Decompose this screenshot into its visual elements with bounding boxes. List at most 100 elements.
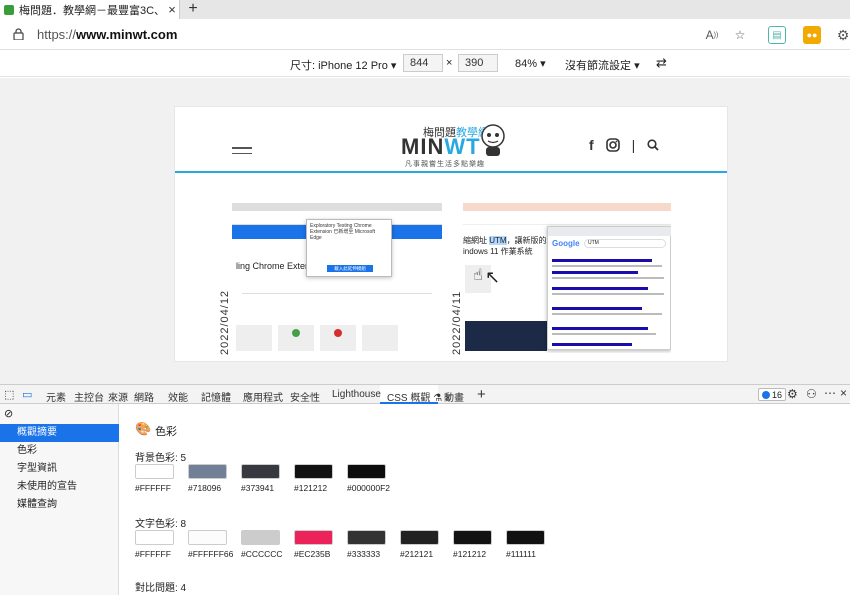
issues-badge[interactable]: 16 [758, 388, 787, 401]
device-toolbar: 尺寸: iPhone 12 Pro ▾ 844 × 390 84% ▾ 沒有節流… [0, 50, 850, 77]
post-date: 2022/04/11 [451, 290, 463, 355]
google-logo: Google [552, 239, 580, 248]
close-tab-icon[interactable]: × [165, 2, 179, 17]
color-hex-label: #FFFFFF [135, 549, 171, 559]
text-colors-title: 文字色彩: 8 [135, 519, 187, 530]
tab-security[interactable]: 安全性 [290, 389, 320, 404]
extension-popup: Exploratory Testing Chrome Extension 已新增… [306, 219, 392, 277]
logo-main: MIN [401, 134, 445, 159]
tab-title: 梅問題．教學網－最豐富3C、攝 [19, 4, 160, 17]
device-select[interactable]: 尺寸: iPhone 12 Pro ▾ [290, 57, 396, 73]
extension-collections-icon[interactable]: ●● [803, 26, 821, 44]
tab-application[interactable]: 應用程式 [243, 389, 283, 404]
post-thumbnail[interactable]: ling Chrome Extension Exploratory Testin… [232, 203, 442, 353]
tab-animations[interactable]: 動畫 [444, 389, 464, 404]
sidebar-item-unused-declarations[interactable]: 未使用的宣告 [0, 478, 119, 496]
color-swatch[interactable] [241, 464, 280, 479]
tab-sources[interactable]: 來源 [108, 389, 128, 404]
device-toggle-icon[interactable]: ▭ [22, 388, 32, 401]
header-accent-line [175, 171, 727, 173]
color-swatch[interactable] [400, 530, 439, 545]
popup-button: 載入此延伸模組 [327, 265, 373, 272]
url-host: www.minwt.com [76, 27, 178, 42]
sidebar-item-fonts[interactable]: 字型資訊 [0, 460, 119, 478]
arrow-cursor-icon: ↖ [485, 267, 501, 287]
color-hex-label: #333333 [347, 549, 381, 559]
post-thumbnail[interactable]: 縮網址 UTM，讓新版的MAC indows 11 作業系統 ☝ ↖ Googl… [463, 203, 671, 353]
clear-overview-icon[interactable]: ⊘ [4, 407, 13, 420]
tab-network[interactable]: 網路 [134, 389, 154, 404]
gear-icon[interactable]: ⚙ [834, 26, 850, 44]
color-hex-label: #121212 [453, 549, 487, 559]
zoom-select[interactable]: 84% ▾ [515, 57, 546, 70]
color-swatch[interactable] [294, 464, 333, 479]
tab-css-overview-label: CSS 概觀 [387, 393, 431, 404]
more-options-icon[interactable]: ⋯ [824, 386, 836, 400]
zoom-value: 84% [515, 58, 538, 70]
color-swatch[interactable] [347, 530, 386, 545]
color-swatch[interactable] [188, 530, 227, 545]
issue-count: 16 [772, 389, 783, 400]
chevron-down-icon: ▾ [540, 58, 546, 70]
color-swatch[interactable] [453, 530, 492, 545]
url-field[interactable]: https://www.minwt.com [37, 27, 177, 42]
sidebar-item-media-queries[interactable]: 媒體查詢 [0, 496, 119, 514]
new-tab-button[interactable]: + [185, 0, 201, 19]
color-swatch[interactable] [241, 530, 280, 545]
section-title: 色彩 [155, 426, 177, 438]
popup-title: Exploratory Testing Chrome Extension 已新增… [310, 223, 376, 241]
color-swatch[interactable] [506, 530, 545, 545]
viewport-height-input[interactable]: 390 [458, 54, 498, 72]
color-swatch[interactable] [347, 464, 386, 479]
color-swatch[interactable] [135, 464, 174, 479]
tab-lighthouse[interactable]: Lighthouse [332, 389, 381, 400]
site-logo[interactable]: MINWT [401, 134, 481, 160]
color-swatch[interactable] [135, 530, 174, 545]
devtools-tab-bar: ⬚ ▭ 元素 主控台 來源 網路 效能 記憶體 應用程式 安全性 Lightho… [0, 384, 850, 404]
inspect-element-icon[interactable]: ⬚ [4, 388, 14, 401]
throttle-select[interactable]: 沒有節流設定 ▾ [565, 57, 640, 73]
tab-console[interactable]: 主控台 [74, 389, 104, 404]
hamburger-menu-icon[interactable] [232, 147, 252, 158]
logo-subtitle: 凡事親嘗生活多點樂趣 [405, 161, 485, 168]
favorite-star-icon[interactable]: ☆ [731, 26, 749, 44]
logo-accent: WT [444, 134, 481, 159]
color-swatch[interactable] [188, 464, 227, 479]
sidebar-item-overview[interactable]: 概觀摘要 [0, 424, 119, 442]
tab-css-overview[interactable]: CSS 概觀 ⚗ × [387, 389, 451, 404]
throttle-label: 沒有節流設定 [565, 60, 631, 72]
extension-clipboard-icon[interactable]: ▤ [768, 26, 786, 44]
tab-memory[interactable]: 記憶體 [201, 389, 231, 404]
close-devtools-icon[interactable]: × [840, 386, 847, 400]
viewport-width-input[interactable]: 844 [403, 54, 443, 72]
connections-icon[interactable]: ⚇ [806, 387, 817, 401]
read-aloud-icon[interactable]: A)) [703, 26, 721, 44]
color-hex-label: #121212 [294, 483, 328, 493]
lock-icon[interactable] [13, 28, 24, 40]
color-swatch[interactable] [294, 530, 333, 545]
browser-tab-bar: 梅問題．教學網－最豐富3C、攝 × + [0, 0, 850, 19]
mascot-logo-icon [481, 124, 505, 156]
rotate-icon[interactable]: ⇄ [656, 55, 667, 71]
color-hex-label: #FFFFFF [135, 483, 171, 493]
device-frame: 梅問題教學網 MINWT 凡事親嘗生活多點樂趣 f | 2022/04/12 l… [174, 106, 728, 362]
css-overview-panel: 🎨 色彩 背景色彩: 5 #FFFFFF #718096 #373941 #12121… [120, 404, 850, 595]
instagram-icon[interactable] [605, 138, 620, 152]
settings-gear-icon[interactable]: ⚙ [787, 387, 798, 401]
dimension-separator: × [446, 57, 453, 69]
color-hex-label: #EC235B [294, 549, 331, 559]
color-hex-label: #CCCCCC [241, 549, 283, 559]
bg-colors-title: 背景色彩: 5 [135, 453, 187, 464]
chevron-down-icon: ▾ [390, 60, 397, 72]
browser-tab[interactable]: 梅問題．教學網－最豐富3C、攝 × [0, 0, 180, 19]
color-hex-label: #373941 [241, 483, 275, 493]
tab-elements[interactable]: 元素 [46, 389, 66, 404]
sidebar-item-colors[interactable]: 色彩 [0, 442, 119, 460]
tab-performance[interactable]: 效能 [168, 389, 188, 404]
search-icon[interactable] [647, 139, 659, 151]
site-favicon-icon [4, 4, 14, 15]
facebook-icon[interactable]: f [589, 137, 594, 153]
add-tab-icon[interactable]: + [477, 386, 486, 403]
thumbnail-title-utm: UTM [489, 236, 507, 245]
beaker-icon: ⚗ [433, 393, 443, 404]
